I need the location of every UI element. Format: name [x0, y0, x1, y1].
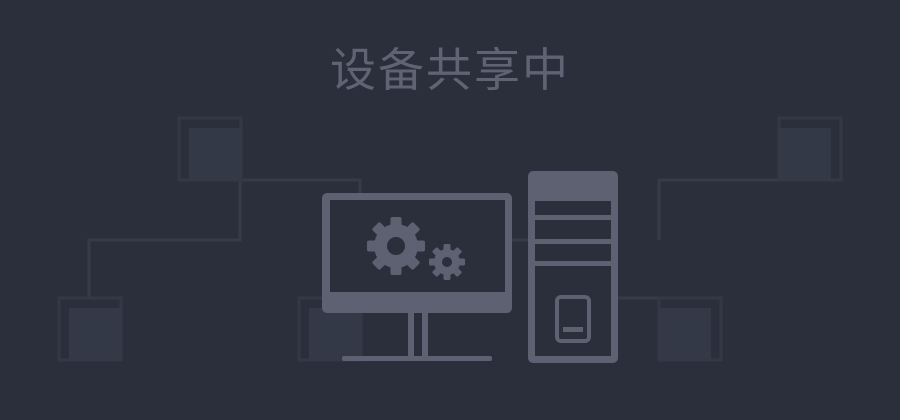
sharing-illustration — [57, 116, 843, 363]
pc-tower-icon — [528, 171, 618, 363]
network-node — [777, 116, 843, 182]
small-gear-icon — [429, 244, 465, 280]
network-node — [57, 296, 123, 362]
network-node — [177, 116, 243, 182]
gear-icon — [367, 217, 425, 275]
sharing-screen: 设备共享中 — [0, 0, 900, 420]
network-node — [657, 296, 723, 362]
